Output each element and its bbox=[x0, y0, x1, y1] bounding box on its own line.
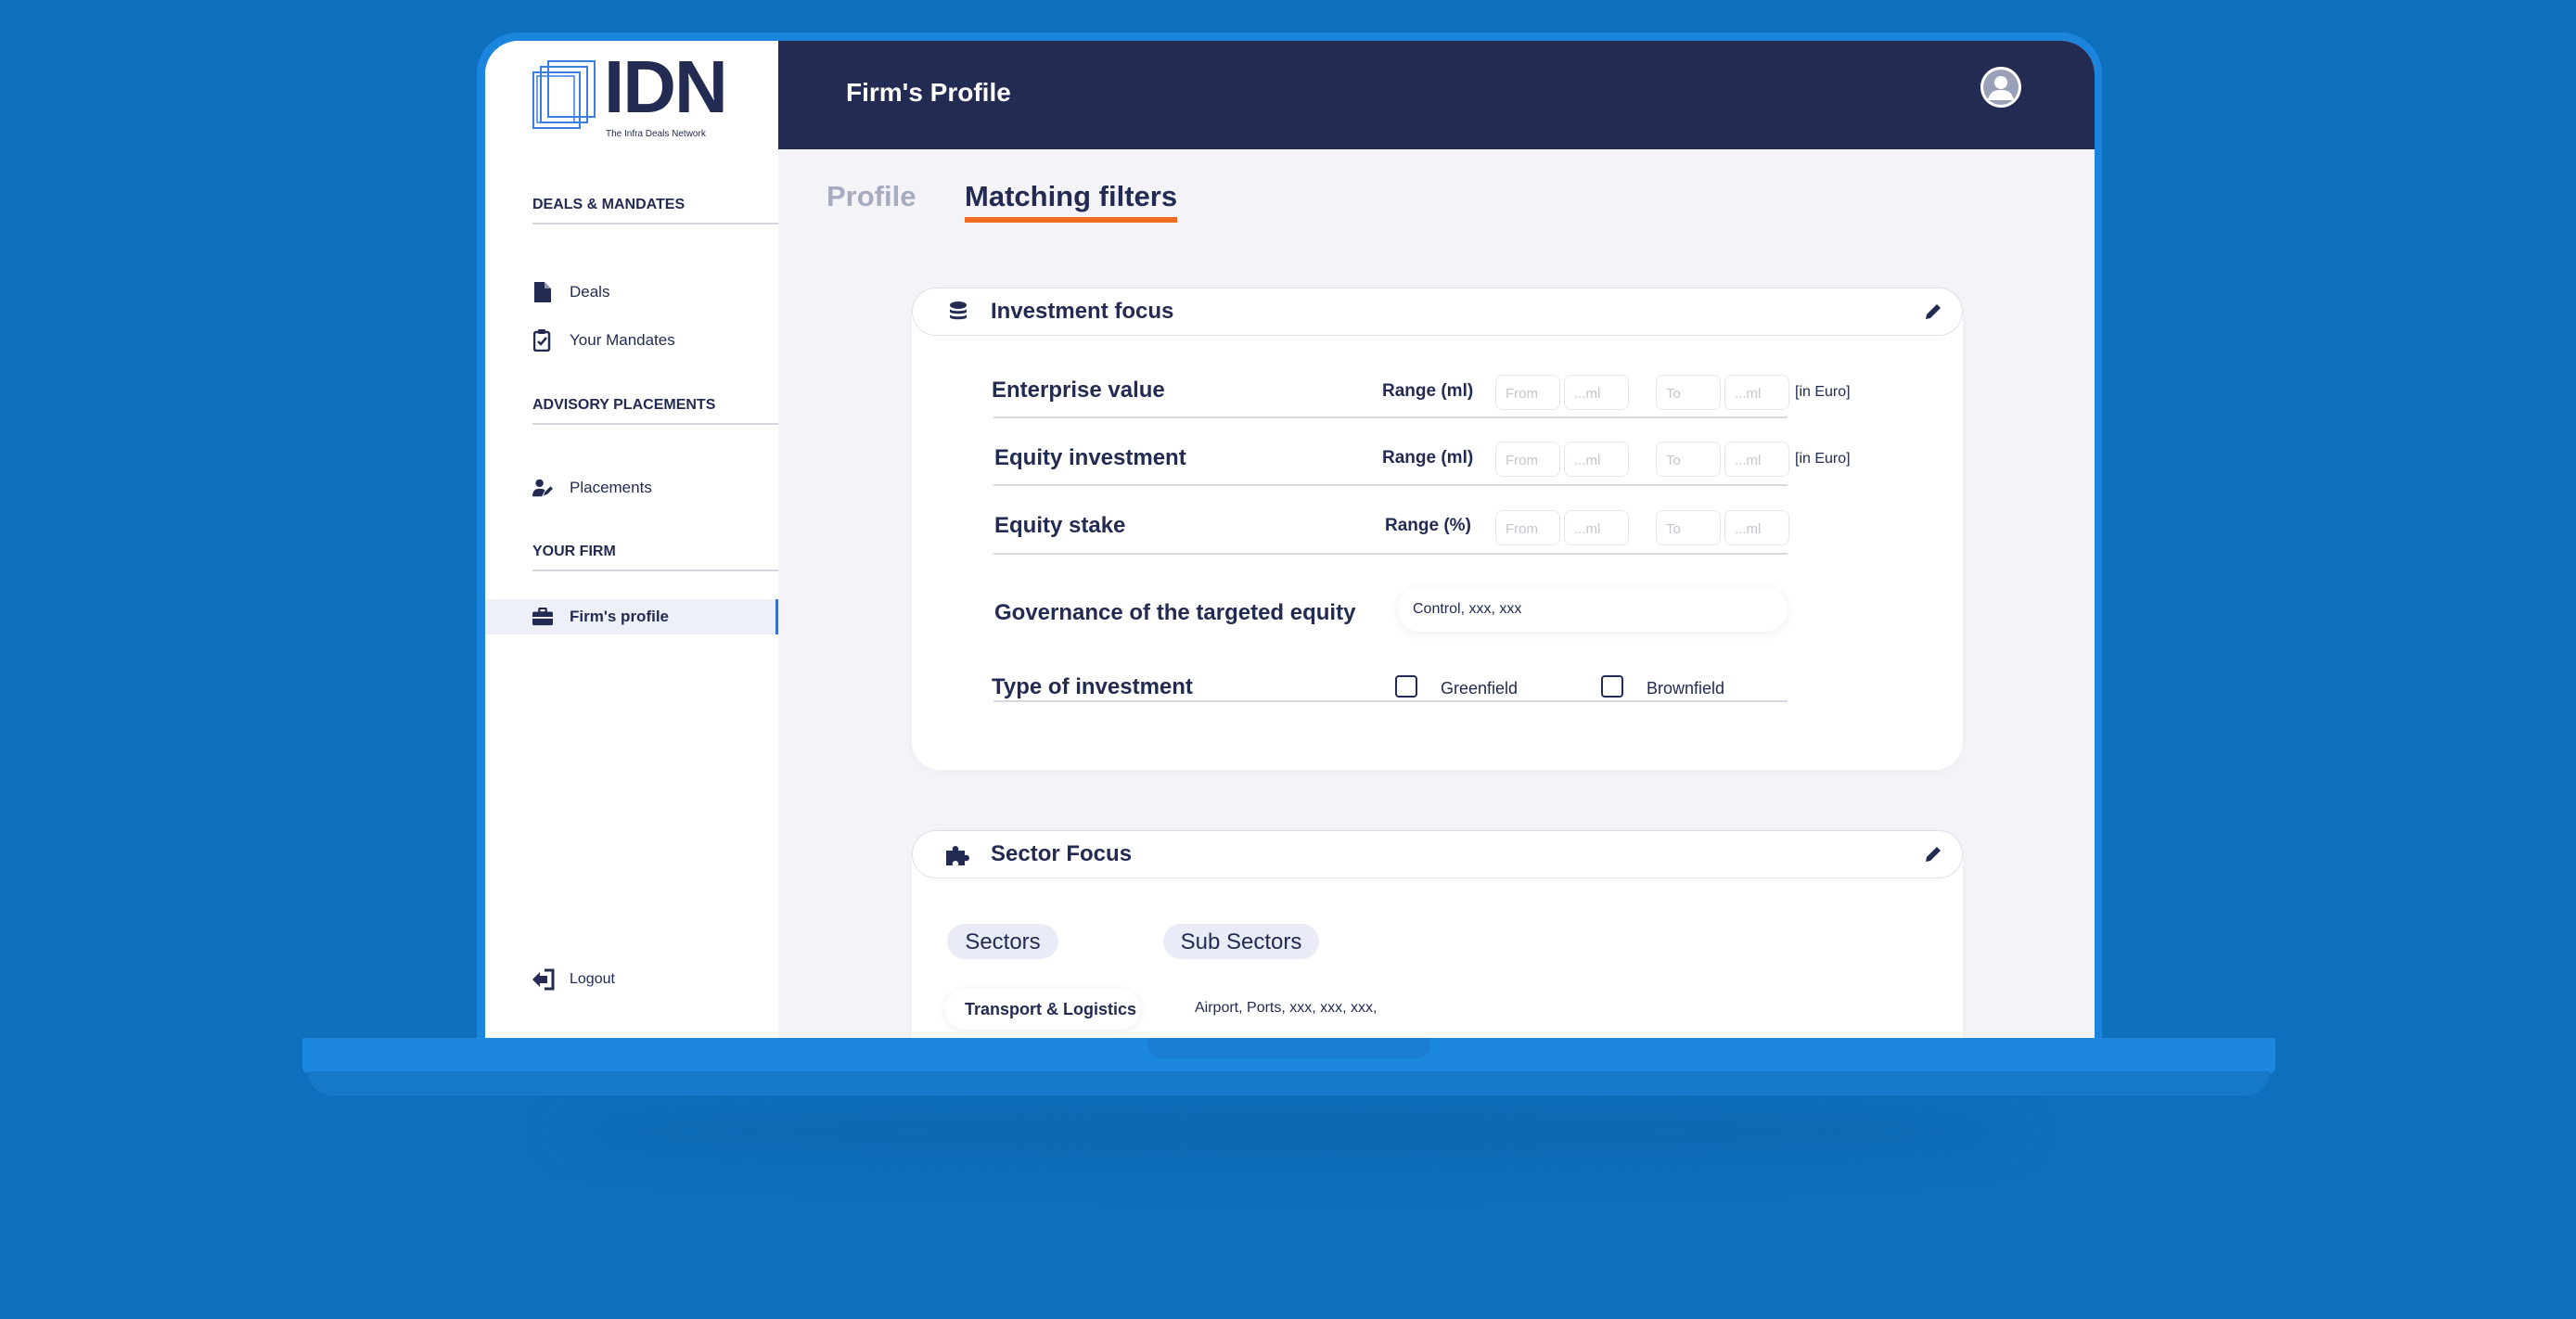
equity-investment-from-unit-input[interactable]: ...ml bbox=[1564, 442, 1629, 477]
range-label: Range (%) bbox=[1385, 516, 1471, 535]
avatar[interactable] bbox=[1980, 67, 2021, 108]
sidebar-item-label: Firm's profile bbox=[570, 608, 670, 625]
logo-text: IDN bbox=[604, 45, 728, 128]
enterprise-value-to-unit-input[interactable]: ...ml bbox=[1724, 375, 1789, 410]
equity-investment-to-unit-input[interactable]: ...ml bbox=[1724, 442, 1789, 477]
coins-icon bbox=[946, 300, 970, 324]
equity-stake-label: Equity stake bbox=[994, 513, 1126, 538]
document-icon bbox=[532, 282, 553, 302]
puzzle-icon bbox=[946, 842, 970, 866]
sub-sectors-text: Airport, Ports, xxx, xxx, xxx, bbox=[1195, 1000, 1378, 1016]
laptop-shadow bbox=[557, 1099, 2022, 1164]
sector-focus-card: Sector Focus Sectors Sub Sectors Transpo… bbox=[912, 830, 1963, 1038]
user-avatar-icon bbox=[1980, 67, 2021, 108]
logo[interactable]: IDN The Infra Deals Network bbox=[532, 50, 754, 139]
sidebar-item-deals[interactable]: Deals bbox=[485, 275, 778, 310]
governance-input[interactable]: Control, xxx, xxx bbox=[1398, 587, 1788, 632]
currency-unit: [in Euro] bbox=[1795, 451, 1851, 467]
nav-section-deals-mandates: DEALS & MANDATES bbox=[532, 197, 778, 224]
equity-stake-from-input[interactable]: From bbox=[1495, 510, 1560, 545]
app-screen: IDN The Infra Deals Network DEALS & MAND… bbox=[485, 41, 2095, 1038]
equity-investment-label: Equity investment bbox=[994, 445, 1186, 470]
logout-icon bbox=[532, 968, 555, 991]
row-divider bbox=[993, 553, 1788, 555]
enterprise-value-label: Enterprise value bbox=[992, 378, 1165, 403]
logo-mark-icon bbox=[532, 60, 596, 129]
sidebar-item-firms-profile[interactable]: Firm's profile bbox=[485, 599, 778, 634]
logout-button[interactable]: Logout bbox=[532, 968, 615, 991]
greenfield-label: Greenfield bbox=[1441, 679, 1519, 698]
investment-focus-card: Investment focus Enterprise value Range … bbox=[912, 288, 1963, 770]
edit-icon[interactable] bbox=[1923, 301, 1943, 322]
currency-unit: [in Euro] bbox=[1795, 384, 1851, 400]
investment-focus-header: Investment focus bbox=[912, 288, 1963, 336]
equity-investment-from-input[interactable]: From bbox=[1495, 442, 1560, 477]
sidebar-item-label: Placements bbox=[570, 479, 652, 496]
investment-type-label: Type of investment bbox=[992, 674, 1193, 699]
equity-investment-to-input[interactable]: To bbox=[1656, 442, 1721, 477]
edit-icon[interactable] bbox=[1923, 844, 1943, 864]
sidebar-item-your-mandates[interactable]: Your Mandates bbox=[485, 323, 778, 358]
logo-tagline: The Infra Deals Network bbox=[606, 129, 706, 139]
nav-section-your-firm: YOUR FIRM bbox=[532, 544, 778, 571]
sub-sectors-header-pill: Sub Sectors bbox=[1163, 924, 1319, 959]
briefcase-icon bbox=[532, 607, 553, 627]
equity-stake-to-input[interactable]: To bbox=[1656, 510, 1721, 545]
logout-label: Logout bbox=[570, 971, 615, 987]
sectors-header-pill: Sectors bbox=[947, 924, 1058, 959]
equity-stake-to-unit-input[interactable]: ...ml bbox=[1724, 510, 1789, 545]
header-bar: Firm's Profile bbox=[778, 41, 2095, 149]
laptop-base-bottom bbox=[308, 1071, 2270, 1095]
sector-chip[interactable]: Transport & Logistics bbox=[945, 989, 1140, 1030]
equity-stake-from-unit-input[interactable]: ...ml bbox=[1564, 510, 1629, 545]
range-label: Range (ml) bbox=[1382, 448, 1474, 467]
tab-profile[interactable]: Profile bbox=[827, 180, 916, 213]
investment-focus-title: Investment focus bbox=[991, 299, 1174, 324]
sidebar-item-placements[interactable]: Placements bbox=[485, 470, 778, 506]
row-divider bbox=[993, 484, 1788, 486]
sector-focus-title: Sector Focus bbox=[991, 841, 1133, 866]
brownfield-label: Brownfield bbox=[1647, 679, 1725, 698]
governance-label: Governance of the targeted equity bbox=[994, 600, 1356, 625]
enterprise-value-to-input[interactable]: To bbox=[1656, 375, 1721, 410]
sector-focus-header: Sector Focus bbox=[912, 830, 1963, 878]
page-title: Firm's Profile bbox=[846, 78, 1011, 107]
enterprise-value-from-unit-input[interactable]: ...ml bbox=[1564, 375, 1629, 410]
brownfield-checkbox[interactable] bbox=[1601, 675, 1623, 698]
nav-section-advisory-placements: ADVISORY PLACEMENTS bbox=[532, 397, 778, 425]
tab-matching-filters[interactable]: Matching filters bbox=[965, 180, 1178, 223]
sidebar-item-label: Your Mandates bbox=[570, 331, 675, 349]
sidebar: IDN The Infra Deals Network DEALS & MAND… bbox=[485, 41, 778, 1038]
sidebar-item-label: Deals bbox=[570, 283, 610, 301]
user-edit-icon bbox=[532, 478, 553, 498]
range-label: Range (ml) bbox=[1382, 381, 1474, 401]
clipboard-check-icon bbox=[532, 329, 553, 352]
enterprise-value-from-input[interactable]: From bbox=[1495, 375, 1560, 410]
row-divider bbox=[993, 700, 1788, 702]
laptop-notch bbox=[1148, 1038, 1430, 1058]
greenfield-checkbox[interactable] bbox=[1395, 675, 1417, 698]
row-divider bbox=[993, 416, 1788, 418]
